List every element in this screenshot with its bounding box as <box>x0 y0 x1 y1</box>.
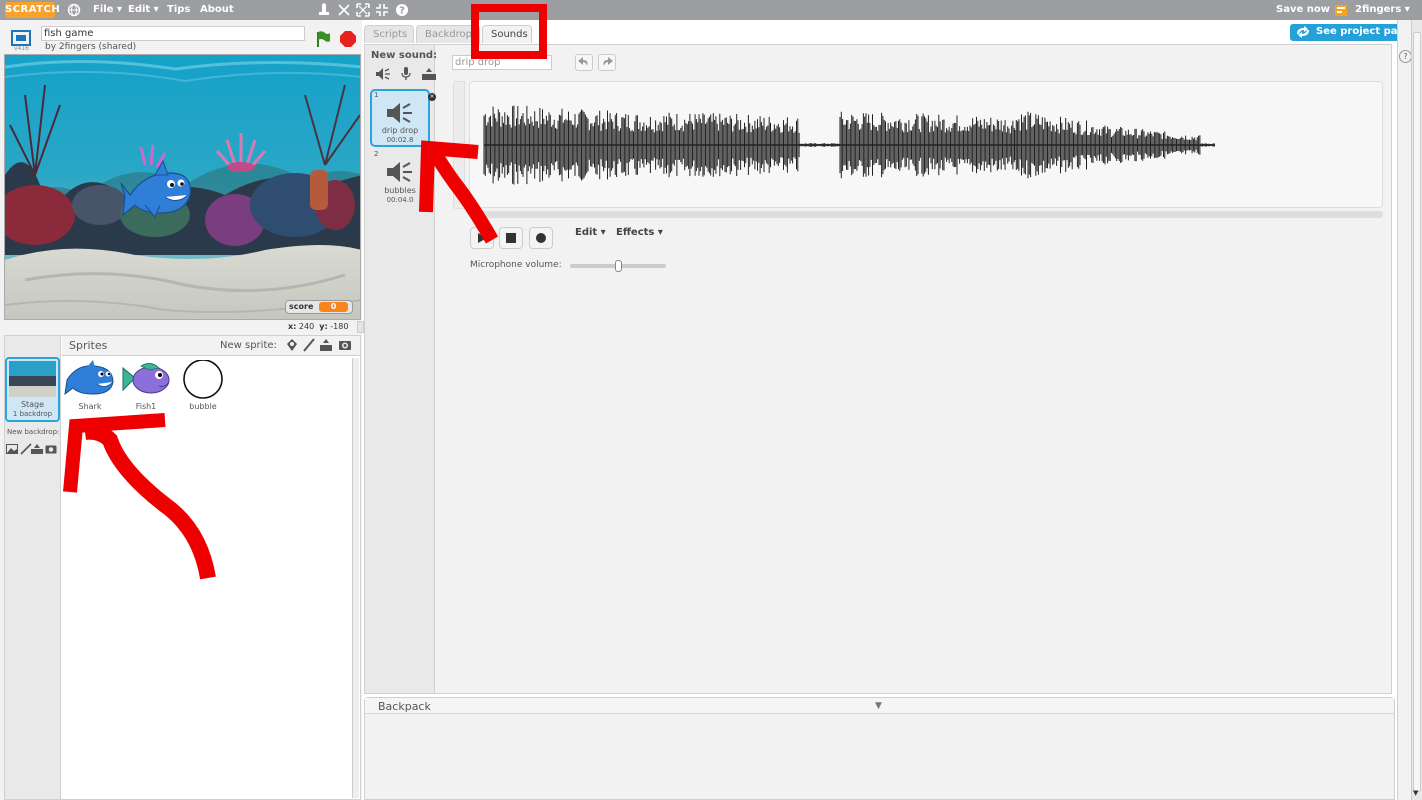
play-icon <box>478 233 487 243</box>
backdrop-library-icon[interactable] <box>6 442 18 456</box>
sprite-library-icon[interactable] <box>284 338 300 352</box>
mic-volume-slider[interactable] <box>570 260 666 272</box>
share-arrows-icon <box>1297 26 1309 38</box>
sound-library-icon[interactable] <box>375 67 391 81</box>
play-button[interactable] <box>470 227 494 249</box>
tab-backdrops[interactable]: Backdrops <box>416 25 480 43</box>
page-scrollbar-thumb[interactable] <box>1413 32 1421 792</box>
green-flag-icon[interactable] <box>315 30 331 51</box>
save-now-link[interactable]: Save now <box>1276 4 1330 15</box>
stop-sound-button[interactable] <box>499 227 523 249</box>
stage-resize-handle[interactable] <box>357 321 364 333</box>
svg-text:?: ? <box>399 6 405 17</box>
backpack-title: Backpack <box>378 700 431 713</box>
paint-sprite-icon[interactable] <box>301 338 317 352</box>
project-byline: by 2fingers (shared) <box>45 42 137 52</box>
sound-item-bubbles[interactable]: 2 bubbles 00:04.0 <box>370 150 430 208</box>
tab-sounds[interactable]: Sounds <box>482 25 532 43</box>
y-label: y: <box>319 322 328 331</box>
camera-backdrop-icon[interactable] <box>45 442 57 456</box>
score-monitor[interactable]: score 0 <box>285 300 353 314</box>
waveform-scrollbar[interactable] <box>469 211 1383 218</box>
sprites-scrollbar[interactable] <box>352 358 359 798</box>
backpack-toggle-icon[interactable]: ▼ <box>875 701 882 711</box>
x-value: 240 <box>298 322 315 331</box>
menu-file[interactable]: File ▾ <box>93 4 122 15</box>
sprite-thumb-bubble[interactable]: bubble <box>175 359 231 411</box>
duplicate-stamp-icon[interactable] <box>318 3 330 20</box>
stop-button-icon[interactable] <box>340 31 356 50</box>
stage-thumb-sub: 1 backdrop <box>12 410 53 418</box>
upload-backdrop-icon[interactable] <box>31 442 43 456</box>
version-label: v416 <box>14 45 30 52</box>
menu-about[interactable]: About <box>200 4 234 15</box>
sound-index: 2 <box>374 150 379 158</box>
sprite-name-shark: Shark <box>78 402 102 411</box>
new-sound-label: New sound: <box>371 50 438 61</box>
sprite-name-bubble: bubble <box>189 402 217 411</box>
redo-icon <box>603 57 613 66</box>
upload-sprite-icon[interactable] <box>318 338 334 352</box>
user-menu[interactable]: 2fingers ▾ <box>1355 4 1410 15</box>
record-sound-mic-icon[interactable] <box>398 67 414 81</box>
score-value: 0 <box>319 302 348 312</box>
page-scrollbar[interactable]: ▼ <box>1411 20 1422 800</box>
sound-duration: 00:04.0 <box>386 196 414 204</box>
scratch-logo[interactable]: SCRATCH <box>5 2 60 18</box>
help-icon[interactable]: ? <box>395 3 409 20</box>
see-project-page-button[interactable]: See project page <box>1290 24 1411 41</box>
sprite-name-fish1: Fish1 <box>135 402 157 411</box>
x-label: x: <box>288 322 297 331</box>
menu-edit[interactable]: Edit ▾ <box>128 4 159 15</box>
score-label: score <box>289 302 314 311</box>
cut-scissors-icon[interactable] <box>337 3 351 20</box>
record-icon <box>536 233 546 243</box>
sprite-thumb-fish1[interactable]: Fish1 <box>118 360 174 411</box>
grow-icon[interactable] <box>356 3 370 20</box>
sprites-title: Sprites <box>69 339 108 352</box>
stage-canvas[interactable]: score 0 <box>4 54 361 320</box>
stage-thumbnail[interactable]: Stage 1 backdrop <box>5 357 60 422</box>
speaker-icon <box>387 162 412 182</box>
delete-sound-icon[interactable]: × <box>428 93 436 101</box>
speaker-icon <box>387 103 412 123</box>
new-backdrop-label: New backdrop: <box>7 428 60 436</box>
menu-tips[interactable]: Tips <box>167 4 190 15</box>
waveform-left-handle[interactable] <box>453 81 465 209</box>
upload-sound-icon[interactable] <box>421 67 437 81</box>
waveform-display[interactable] <box>469 81 1383 208</box>
sound-duration: 00:02.8 <box>386 136 414 144</box>
sound-item-drip-drop[interactable]: 1 × drip drop 00:02.8 <box>370 89 436 147</box>
camera-sprite-icon[interactable] <box>337 338 353 352</box>
scroll-down-arrow-icon[interactable]: ▼ <box>1413 789 1418 797</box>
undo-icon <box>578 57 588 66</box>
stage-thumb-label: Stage <box>20 400 45 409</box>
sound-name-input[interactable] <box>452 55 552 70</box>
y-value: -180 <box>330 322 349 331</box>
record-button[interactable] <box>529 227 553 249</box>
backpack-panel: Backpack ▼ <box>364 697 1395 800</box>
waveform-graph <box>483 105 1215 185</box>
effects-menu[interactable]: Effects ▾ <box>616 227 663 238</box>
messages-icon[interactable] <box>1334 3 1348 20</box>
mic-volume-label: Microphone volume: <box>470 260 562 270</box>
globe-icon[interactable] <box>67 3 81 20</box>
mouse-coordinates: x: 240 y: -180 <box>288 322 348 331</box>
mic-volume-knob[interactable] <box>615 260 622 272</box>
edit-menu[interactable]: Edit ▾ <box>575 227 606 238</box>
tab-scripts[interactable]: Scripts <box>364 25 414 43</box>
redo-button[interactable] <box>598 54 616 71</box>
sound-name: bubbles <box>384 186 416 195</box>
undo-button[interactable] <box>575 54 593 71</box>
stop-icon <box>506 233 516 243</box>
shrink-icon[interactable] <box>375 3 389 20</box>
menubar: SCRATCH File ▾ Edit ▾ Tips About ? Save … <box>0 0 1422 20</box>
sound-name: drip drop <box>381 126 419 135</box>
sound-index: 1 <box>374 91 379 99</box>
new-sprite-label: New sprite: <box>220 340 277 351</box>
sprite-thumb-shark[interactable]: Shark <box>62 360 118 411</box>
project-title-input[interactable] <box>41 26 305 41</box>
